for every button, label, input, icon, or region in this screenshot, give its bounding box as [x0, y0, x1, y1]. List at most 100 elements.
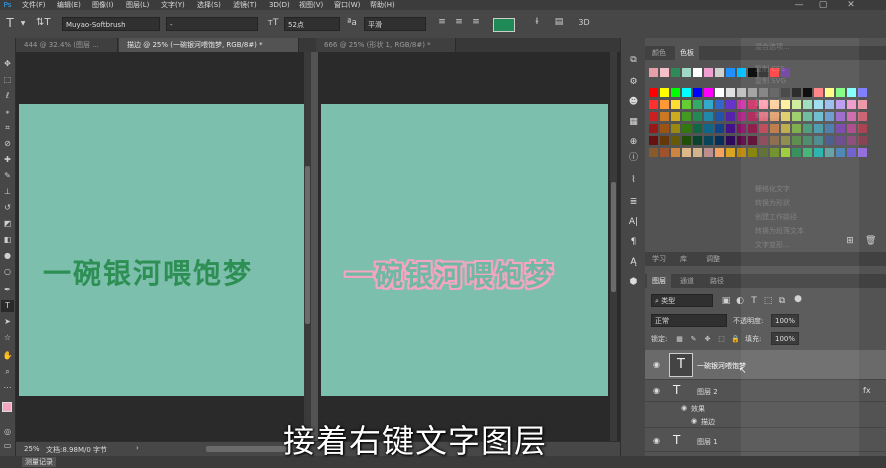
align-right-icon[interactable]: ≡	[470, 17, 482, 27]
tab-layers[interactable]: 图层	[647, 274, 671, 288]
tab-adjustments[interactable]: 调整	[701, 252, 725, 266]
layer-name[interactable]: 图层 1	[697, 437, 718, 447]
character-panel-icon[interactable]: ▤	[552, 17, 566, 27]
lock-artboard-icon[interactable]: ⬚	[717, 334, 726, 344]
menu-3d[interactable]: 3D(D)	[269, 0, 290, 10]
history-panel-icon[interactable]: ⧉	[627, 54, 640, 66]
swatch[interactable]	[682, 68, 691, 77]
swatch[interactable]	[726, 148, 735, 157]
swatch[interactable]	[858, 88, 867, 97]
tab-color[interactable]: 颜色	[647, 46, 671, 60]
swatch[interactable]	[726, 124, 735, 133]
swatch[interactable]	[649, 112, 658, 121]
swatch[interactable]	[649, 88, 658, 97]
swatch[interactable]	[682, 124, 691, 133]
character-panel-icon[interactable]: A|	[627, 216, 640, 228]
menu-image[interactable]: 图像(I)	[92, 0, 114, 10]
menu-window[interactable]: 窗口(W)	[334, 0, 360, 10]
tab-learn[interactable]: 学习	[647, 252, 671, 266]
swatch[interactable]	[715, 136, 724, 145]
lasso-tool-icon[interactable]: ℓ	[1, 90, 14, 102]
swatch[interactable]	[693, 68, 702, 77]
swatch[interactable]	[649, 124, 658, 133]
type-tool-icon[interactable]: T	[1, 300, 14, 312]
3d-button[interactable]: 3D	[576, 18, 592, 28]
swatch[interactable]	[704, 112, 713, 121]
swatch[interactable]	[660, 112, 669, 121]
restore-icon[interactable]: ▢	[818, 0, 828, 10]
swatch[interactable]	[858, 124, 867, 133]
glyphs-panel-icon[interactable]: Ą	[627, 256, 640, 268]
swatch[interactable]	[682, 136, 691, 145]
brush-settings-icon[interactable]: ≣	[627, 196, 640, 208]
swatch[interactable]	[649, 136, 658, 145]
filter-pixel-icon[interactable]: ▣	[721, 296, 731, 306]
crop-tool-icon[interactable]: ⌗	[1, 122, 14, 134]
swatch[interactable]	[660, 148, 669, 157]
canvas-text-left[interactable]: 一碗银河喂饱梦	[43, 252, 253, 292]
swatch[interactable]	[715, 100, 724, 109]
measurement-log-tab[interactable]: 测量记录	[22, 457, 56, 467]
type-tool-icon[interactable]: T	[4, 17, 16, 29]
effect-eye-icon[interactable]: ◉	[681, 404, 687, 412]
marquee-tool-icon[interactable]: ⬚	[1, 74, 14, 86]
ps-logo-icon[interactable]: Ps	[3, 0, 12, 10]
document-view-right[interactable]: 一碗银河喂饱梦	[318, 52, 620, 441]
swatch[interactable]	[682, 148, 691, 157]
swatch[interactable]	[715, 68, 724, 77]
swatch[interactable]	[660, 100, 669, 109]
swatch[interactable]	[693, 88, 702, 97]
swatch[interactable]	[858, 148, 867, 157]
visibility-eye-icon[interactable]: ◉	[653, 436, 660, 445]
menu-file[interactable]: 文件(F)	[22, 0, 46, 10]
swatch[interactable]	[858, 136, 867, 145]
tab-paths[interactable]: 路径	[705, 274, 729, 288]
minimize-icon[interactable]: —	[794, 0, 804, 10]
swatch[interactable]	[671, 112, 680, 121]
status-arrow-icon[interactable]: ›	[136, 444, 139, 452]
vertical-scrollbar[interactable]	[610, 52, 617, 441]
document-info[interactable]: 文档:8.98M/0 字节	[46, 445, 107, 455]
swatch[interactable]	[715, 148, 724, 157]
swatch[interactable]	[715, 88, 724, 97]
lock-all-icon[interactable]: 🔒	[731, 334, 740, 344]
swatch[interactable]	[682, 100, 691, 109]
dodge-tool-icon[interactable]: ○	[1, 266, 14, 278]
tab-libraries[interactable]: 库	[675, 252, 692, 266]
swatch[interactable]	[726, 100, 735, 109]
font-family-select[interactable]: Muyao-Softbrush	[62, 17, 160, 31]
magic-wand-icon[interactable]: ⁎	[1, 106, 14, 118]
visibility-eye-icon[interactable]: ◉	[653, 386, 660, 395]
tab-stroke[interactable]: 描边 @ 25% (一碗银河喂饱梦, RGB/8#) *	[119, 38, 299, 52]
hand-tool-icon[interactable]: ✋	[1, 350, 14, 362]
layer-name[interactable]: 图层 2	[697, 387, 718, 397]
swatch[interactable]	[671, 148, 680, 157]
swatch[interactable]	[726, 68, 735, 77]
move-tool-icon[interactable]: ✥	[1, 58, 14, 70]
swatch[interactable]	[704, 68, 713, 77]
adjustments-panel-icon[interactable]: ☻	[627, 96, 640, 108]
swatch[interactable]	[858, 100, 867, 109]
menu-type[interactable]: 文字(Y)	[161, 0, 185, 10]
tab-666[interactable]: 666 @ 25% (形状 1, RGB/8#) *	[316, 38, 456, 52]
horizontal-scrollbar[interactable]	[206, 446, 286, 452]
scrollbar-thumb[interactable]	[611, 182, 616, 292]
zoom-level[interactable]: 25%	[24, 445, 40, 453]
swatch[interactable]	[715, 112, 724, 121]
pen-tool-icon[interactable]: ✒	[1, 284, 14, 296]
blend-mode-select[interactable]: 正常	[651, 314, 727, 327]
swatch[interactable]	[671, 136, 680, 145]
swatch[interactable]	[649, 100, 658, 109]
blur-tool-icon[interactable]: ●	[1, 250, 14, 262]
swatch[interactable]	[715, 124, 724, 133]
eraser-tool-icon[interactable]: ◩	[1, 218, 14, 230]
brush-tool-icon[interactable]: ✎	[1, 170, 14, 182]
clone-stamp-icon[interactable]: ⊥	[1, 186, 14, 198]
align-left-icon[interactable]: ≡	[436, 17, 448, 27]
zoom-tool-icon[interactable]: ⌕	[1, 366, 14, 378]
swatch[interactable]	[682, 88, 691, 97]
path-select-icon[interactable]: ➤	[1, 316, 14, 328]
swatch[interactable]	[660, 88, 669, 97]
swatch[interactable]	[726, 112, 735, 121]
orientation-toggle-icon[interactable]: ⇅T	[36, 18, 51, 28]
